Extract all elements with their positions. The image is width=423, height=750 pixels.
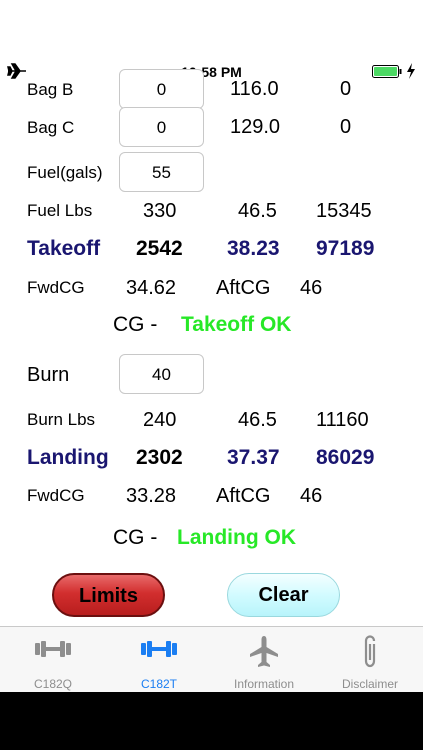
landing-aft-cg-value: 46 bbox=[300, 485, 323, 507]
landing-arm: 37.37 bbox=[227, 446, 280, 469]
bag-c-moment: 0 bbox=[340, 116, 352, 138]
bag-b-input[interactable]: 0 bbox=[119, 69, 204, 109]
burn-label: Burn bbox=[27, 364, 70, 386]
tab-bar: C182Q C182T Information Disclaimer bbox=[0, 626, 423, 692]
takeoff-aft-cg-label: AftCG bbox=[216, 277, 271, 299]
fuel-lbs-weight: 330 bbox=[143, 200, 177, 222]
dumbbell-icon bbox=[141, 641, 177, 657]
landing-label: Landing bbox=[27, 446, 109, 469]
burn-lbs-moment: 11160 bbox=[316, 409, 369, 431]
fuel-lbs-arm: 46.5 bbox=[238, 200, 277, 222]
takeoff-moment: 97189 bbox=[316, 237, 375, 260]
fuel-lbs-label: Fuel Lbs bbox=[27, 201, 93, 220]
burn-lbs-arm: 46.5 bbox=[238, 409, 277, 431]
paperclip-icon bbox=[364, 635, 376, 668]
landing-fwd-cg-value: 33.28 bbox=[126, 485, 177, 507]
takeoff-fwd-cg-label: FwdCG bbox=[27, 278, 85, 297]
burn-lbs-weight: 240 bbox=[143, 409, 177, 431]
bag-b-label: Bag B bbox=[27, 80, 74, 99]
tab-c182q[interactable]: C182Q bbox=[0, 627, 106, 692]
tab-disclaimer-label: Disclaimer bbox=[341, 677, 398, 691]
landing-aft-cg-label: AftCG bbox=[216, 485, 271, 507]
airplane-icon bbox=[250, 636, 278, 667]
fuel-gals-label: Fuel(gals) bbox=[27, 163, 103, 182]
tab-disclaimer[interactable]: Disclaimer bbox=[317, 627, 423, 692]
limits-button[interactable]: Limits bbox=[52, 573, 165, 617]
takeoff-cg-prefix: CG - bbox=[113, 313, 158, 336]
tab-c182q-label: C182Q bbox=[33, 677, 73, 691]
takeoff-arm: 38.23 bbox=[227, 237, 280, 260]
landing-fwd-cg-label: FwdCG bbox=[27, 486, 85, 505]
takeoff-label: Takeoff bbox=[27, 237, 101, 260]
burn-lbs-label: Burn Lbs bbox=[27, 410, 96, 429]
bag-c-input[interactable]: 0 bbox=[119, 107, 204, 147]
charging-bolt-icon bbox=[407, 63, 415, 79]
screen: 10:58 PM Bag B 0 116.0 0 Bag C 0 129.0 0… bbox=[0, 0, 423, 692]
bag-b-arm: 116.0 bbox=[230, 78, 279, 100]
tab-c182t-label: C182T bbox=[140, 677, 178, 691]
fuel-gals-input[interactable]: 55 bbox=[119, 152, 204, 192]
landing-weight: 2302 bbox=[136, 446, 183, 469]
bag-b-moment: 0 bbox=[340, 78, 352, 100]
bag-c-label: Bag C bbox=[27, 118, 75, 137]
clear-button[interactable]: Clear bbox=[227, 573, 340, 617]
tab-information[interactable]: Information bbox=[211, 627, 317, 692]
tab-information-label: Information bbox=[233, 677, 295, 691]
tab-c182t[interactable]: C182T bbox=[106, 627, 212, 692]
status-time: 10:58 PM bbox=[181, 64, 242, 80]
takeoff-status-text: Takeoff OK bbox=[181, 313, 292, 336]
bag-c-arm: 129.0 bbox=[230, 116, 281, 138]
fuel-lbs-moment: 15345 bbox=[316, 200, 372, 222]
dumbbell-icon bbox=[35, 641, 71, 657]
burn-input[interactable]: 40 bbox=[119, 354, 204, 394]
landing-cg-prefix: CG - bbox=[113, 526, 158, 549]
takeoff-aft-cg-value: 46 bbox=[300, 277, 323, 299]
takeoff-fwd-cg-value: 34.62 bbox=[126, 277, 177, 299]
takeoff-weight: 2542 bbox=[136, 237, 183, 260]
landing-status-text: Landing OK bbox=[177, 526, 296, 549]
landing-moment: 86029 bbox=[316, 446, 375, 469]
battery-icon bbox=[372, 65, 402, 78]
